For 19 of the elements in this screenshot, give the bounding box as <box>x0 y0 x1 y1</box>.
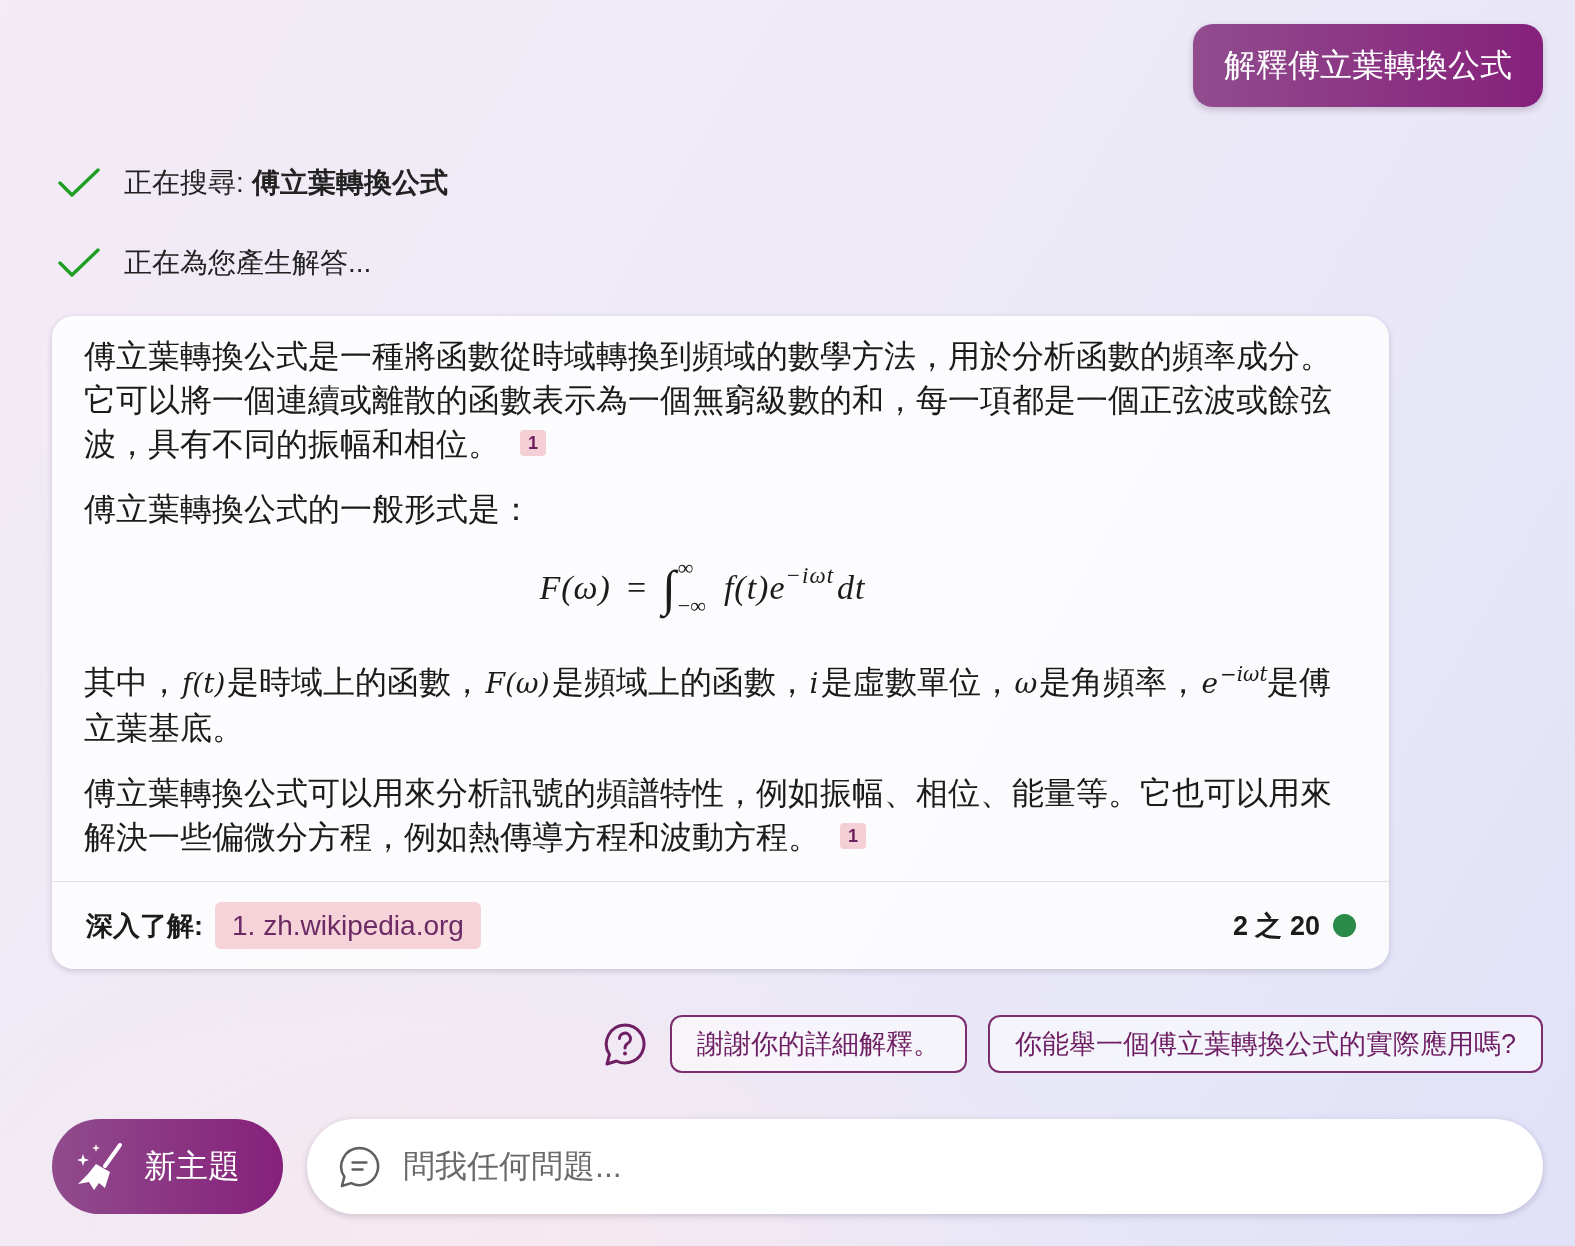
question-bubble-icon <box>602 1022 647 1066</box>
new-topic-button[interactable]: 新主題 <box>52 1119 283 1214</box>
chat-bubble-icon <box>338 1145 381 1188</box>
paragraph-text: 傅立葉轉換公式是一種將函數從時域轉換到頻域的數學方法，用於分析函數的頻率成分。它可以將一個連續或離散的函數表示為一個無窮級數的和，每一項都是一個正弦波或餘弦波，具有不同的振幅和相位。 1 <box>84 337 1333 464</box>
suggestion-chip[interactable]: 謝謝你的詳細解釋。 <box>669 1015 967 1073</box>
suggestion-chip[interactable]: 你能舉一個傅立葉轉換公式的實際應用嗎? <box>987 1015 1543 1073</box>
citation-badge[interactable]: 1 <box>840 823 866 849</box>
paragraph-text: 傅立葉轉換公式可以用來分析訊號的頻譜特性，例如振幅、相位、能量等。它也可以用來解決一些偏微分方程，例如熱傳導方程和波動方程。 1 <box>84 774 1333 857</box>
paragraph-text: 其中，f(t)是時域上的函數，F(ω)是頻域上的函數，i是虛數單位，ω是角頻率，e$^{−iωt}$是傅立葉基底。 <box>84 661 1333 748</box>
source-link[interactable]: 1. zh.wikipedia.org <box>215 902 481 949</box>
learn-more-label: 深入了解: <box>86 909 203 943</box>
status-text: 正在為您產生解答... <box>124 246 372 280</box>
chat-input-field[interactable]: 問我任何問題... <box>307 1119 1543 1214</box>
citation-badge[interactable]: 1 <box>520 430 546 456</box>
status-dot-icon <box>1333 914 1356 937</box>
paragraph-text: 傅立葉轉換公式的一般形式是： <box>84 490 533 529</box>
response-counter: 2 之 20 <box>1232 909 1320 943</box>
user-message-bubble: 解釋傅立葉轉換公式 <box>1193 24 1543 107</box>
status-text: 正在搜尋: 傅立葉轉換公式 <box>124 166 448 200</box>
